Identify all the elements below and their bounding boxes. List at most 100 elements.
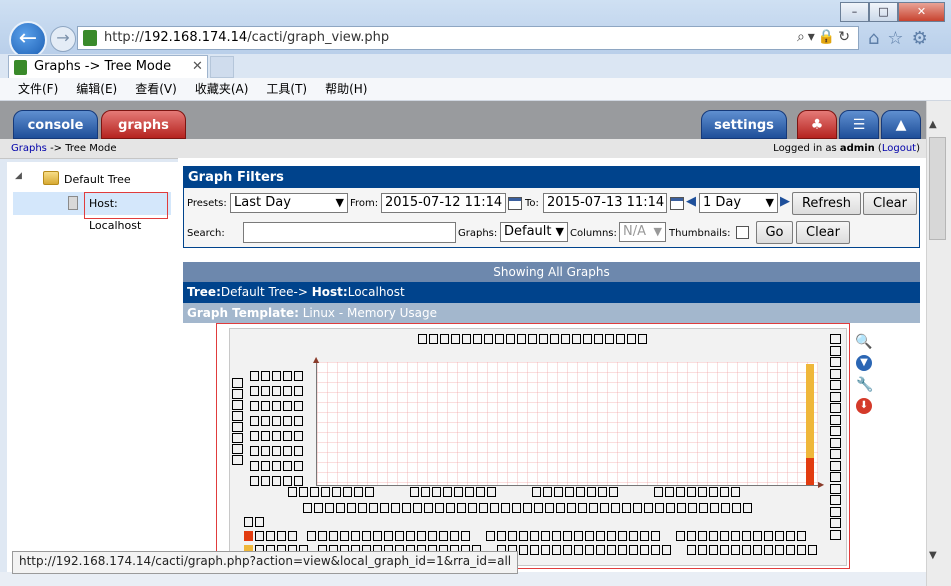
host-value: Localhost (347, 285, 405, 299)
tree-label: Tree: (187, 285, 221, 299)
home-favorites-tools-icons[interactable]: ⌂☆⚙ (868, 28, 936, 49)
tab-favicon-icon (14, 60, 27, 75)
chevron-down-icon: ▼ (653, 225, 662, 238)
x-axis-arrow-icon: ▶ (818, 480, 825, 489)
csv-export-icon[interactable]: ⬇ (856, 398, 872, 414)
window-controls: – □ ✕ (840, 2, 945, 22)
chevron-down-icon: ▼ (335, 196, 344, 209)
address-tools[interactable]: ⌕▾🔒↻ (797, 29, 853, 45)
tree-host-bar: Tree:Default Tree-> Host:Localhost (183, 282, 920, 303)
graphs-label: Graphs: (458, 228, 498, 239)
tree-collapse-icon[interactable]: ◢ (15, 171, 22, 181)
tab-close-icon[interactable]: ✕ (192, 59, 203, 74)
graph-properties-wrench-icon[interactable]: 🔧 (856, 377, 873, 393)
breadcrumb-graphs-link[interactable]: Graphs (11, 143, 47, 154)
breadcrumb-current: -> Tree Mode (46, 143, 117, 154)
menu-view[interactable]: 查看(V) (135, 78, 177, 100)
menu-file[interactable]: 文件(F) (18, 78, 58, 100)
logged-in-prefix: Logged in as (773, 143, 840, 154)
y-axis-arrow-icon: ▲ (313, 355, 320, 364)
menu-help[interactable]: 帮助(H) (325, 78, 367, 100)
tree-value: Default Tree-> (220, 285, 308, 299)
to-calendar-icon[interactable] (670, 197, 684, 210)
y-axis-label-glyphs (232, 378, 244, 466)
menu-tools[interactable]: 工具(T) (266, 78, 307, 100)
menu-favorites[interactable]: 收藏夹(A) (195, 78, 249, 100)
go-button[interactable]: Go (756, 221, 793, 244)
presets-value: Last Day (234, 195, 291, 210)
plot-area (316, 362, 818, 486)
shift-left-icon[interactable]: ◀ (686, 194, 696, 209)
host-label: Host: (311, 285, 348, 299)
scroll-down-icon[interactable]: ▼ (929, 550, 937, 561)
timespan-select[interactable]: 1 Day ▼ (699, 193, 778, 213)
url-text: http://192.168.174.14/cacti/graph_view.p… (104, 30, 389, 45)
tab-title: Graphs -> Tree Mode (34, 59, 172, 74)
search-label: Search: (187, 228, 225, 239)
host-icon (68, 196, 78, 210)
url-path: /cacti/graph_view.php (247, 30, 390, 45)
menu-edit[interactable]: 编辑(E) (76, 78, 117, 100)
graphs-value: Default (504, 224, 552, 239)
cacti-favicon-icon (83, 30, 97, 46)
logout-open-paren: ( (874, 143, 882, 154)
timespan-graph-icon[interactable]: ▼ (856, 355, 872, 371)
browser-tab[interactable]: Graphs -> Tree Mode ✕ (8, 55, 208, 79)
graph-title-glyphs (418, 334, 649, 346)
forward-button[interactable]: → (50, 26, 76, 52)
refresh-button[interactable]: Refresh (792, 192, 861, 215)
timespan-value: 1 Day (703, 195, 742, 210)
login-info: Logged in as admin (Logout) (773, 139, 920, 158)
menu-bar: 文件(F) 编辑(E) 查看(V) 收藏夹(A) 工具(T) 帮助(H) (0, 78, 951, 101)
status-bar-url: http://192.168.174.14/cacti/graph.php?ac… (12, 551, 519, 574)
template-label: Graph Template: (187, 306, 299, 320)
rrd-rule-glyphs (830, 334, 842, 541)
tab-graphs[interactable]: graphs (101, 110, 186, 139)
chevron-down-icon: ▼ (765, 196, 774, 209)
columns-value: N/A (623, 224, 646, 239)
thumbnails-checkbox[interactable] (736, 226, 749, 239)
maximize-button[interactable]: □ (869, 2, 898, 22)
series-bar-used (806, 458, 814, 485)
minimize-button[interactable]: – (840, 2, 869, 22)
results-header: Showing All Graphs (183, 262, 920, 282)
tree-view-icon[interactable]: ♣ (797, 110, 837, 139)
template-value: Linux - Memory Usage (298, 306, 438, 320)
columns-label: Columns: (570, 228, 617, 239)
search-input[interactable] (243, 222, 456, 243)
x-axis-tick-glyphs (288, 487, 742, 499)
address-bar[interactable]: http://192.168.174.14/cacti/graph_view.p… (77, 26, 859, 50)
from-calendar-icon[interactable] (508, 197, 522, 210)
presets-select[interactable]: Last Day ▼ (230, 193, 348, 213)
graphs-select[interactable]: Default ▼ (500, 222, 568, 242)
zoom-graph-icon[interactable]: 🔍 (855, 334, 872, 350)
to-label: To: (525, 198, 539, 209)
columns-select[interactable]: N/A ▼ (619, 222, 666, 242)
graph-template-bar: Graph Template: Linux - Memory Usage (183, 303, 920, 323)
shift-right-icon[interactable]: ▶ (780, 194, 790, 209)
username: admin (839, 143, 875, 154)
graph-filters-title: Graph Filters (184, 167, 919, 188)
url-prefix: http:// (104, 30, 144, 45)
logout-link[interactable]: Logout (882, 143, 916, 154)
clear-dates-button[interactable]: Clear (863, 192, 917, 215)
scroll-up-icon[interactable]: ▲ (929, 119, 937, 130)
new-tab-button[interactable] (210, 56, 234, 78)
thumbnails-label: Thumbnails: (669, 228, 731, 239)
tab-settings[interactable]: settings (701, 110, 787, 139)
preview-view-icon[interactable]: ▲ (881, 110, 921, 139)
y-axis-tick-glyphs (250, 371, 305, 491)
presets-label: Presets: (187, 198, 227, 209)
close-window-button[interactable]: ✕ (898, 2, 945, 22)
folder-icon (43, 171, 59, 185)
from-date-input[interactable]: 2015-07-12 11:14 (381, 193, 506, 213)
clear-search-button[interactable]: Clear (796, 221, 850, 244)
scrollbar-thumb[interactable] (929, 137, 946, 240)
tree-root-label[interactable]: Default Tree (64, 173, 131, 186)
legend-header-glyphs (303, 503, 754, 515)
tree-node-host-label[interactable]: Host: Localhost (84, 192, 168, 232)
tab-console[interactable]: console (13, 110, 98, 139)
to-date-input[interactable]: 2015-07-13 11:14 (543, 193, 667, 213)
list-view-icon[interactable]: ☰ (839, 110, 879, 139)
breadcrumb-bar: Graphs -> Tree Mode Logged in as admin (… (0, 139, 926, 159)
